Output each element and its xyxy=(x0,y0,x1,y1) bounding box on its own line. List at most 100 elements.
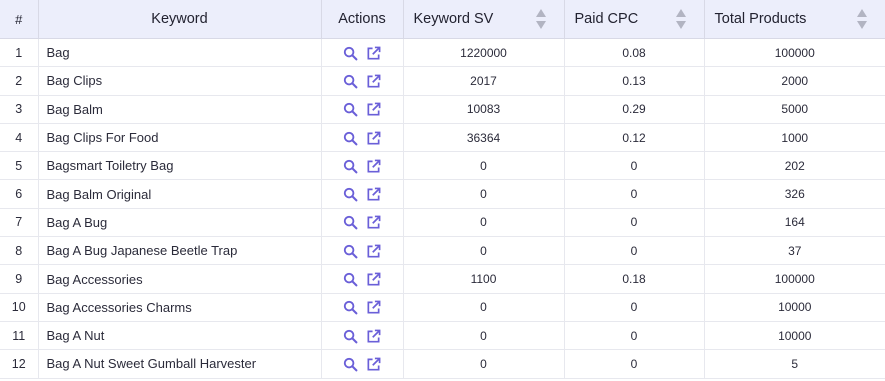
row-number: 9 xyxy=(0,264,39,294)
actions-cell xyxy=(321,236,404,266)
external-link-icon[interactable] xyxy=(366,46,381,61)
keyword-sv-cell: 0 xyxy=(403,208,565,238)
search-icon[interactable] xyxy=(343,357,358,372)
paid-cpc-cell: 0 xyxy=(564,208,705,238)
actions-cell xyxy=(321,208,404,238)
total-products-cell: 37 xyxy=(704,236,885,266)
keyword-cell: Bag A Bug Japanese Beetle Trap xyxy=(38,236,322,266)
keyword-cell: Bag A Nut Sweet Gumball Harvester xyxy=(38,349,322,379)
total-products-cell: 100000 xyxy=(704,38,885,68)
table-row: 2 Bag Clips 2017 0.13 2000 xyxy=(0,66,885,96)
row-number: 11 xyxy=(0,321,39,351)
table-row: 8 Bag A Bug Japanese Beetle Trap 0 0 37 xyxy=(0,236,885,266)
search-icon[interactable] xyxy=(343,159,358,174)
total-products-cell: 5 xyxy=(704,349,885,379)
keyword-cell: Bag Clips xyxy=(38,66,322,96)
search-icon[interactable] xyxy=(343,329,358,344)
total-products-cell: 10000 xyxy=(704,321,885,351)
row-number: 2 xyxy=(0,66,39,96)
keyword-cell: Bag Balm xyxy=(38,95,322,124)
row-number: 12 xyxy=(0,349,39,379)
external-link-icon[interactable] xyxy=(366,215,381,230)
total-products-cell: 164 xyxy=(704,208,885,238)
paid-cpc-cell: 0.29 xyxy=(564,95,705,124)
paid-cpc-cell: 0.08 xyxy=(564,38,705,68)
search-icon[interactable] xyxy=(343,102,358,117)
column-header-total-products[interactable]: Total Products xyxy=(704,0,885,39)
row-number: 4 xyxy=(0,123,39,153)
keyword-sv-cell: 1220000 xyxy=(403,38,565,68)
column-header-paid-cpc-label: Paid CPC xyxy=(574,11,639,27)
external-link-icon[interactable] xyxy=(366,244,381,259)
paid-cpc-cell: 0 xyxy=(564,151,705,181)
actions-cell xyxy=(321,179,404,209)
search-icon[interactable] xyxy=(343,244,358,259)
keyword-cell: Bag Accessories Charms xyxy=(38,293,322,322)
external-link-icon[interactable] xyxy=(366,102,381,117)
table-row: 9 Bag Accessories 1100 0.18 100000 xyxy=(0,264,885,294)
total-products-cell: 5000 xyxy=(704,95,885,124)
keyword-cell: Bag xyxy=(38,38,322,68)
actions-cell xyxy=(321,95,404,124)
paid-cpc-cell: 0 xyxy=(564,179,705,209)
keyword-cell: Bag Accessories xyxy=(38,264,322,294)
total-products-cell: 326 xyxy=(704,179,885,209)
search-icon[interactable] xyxy=(343,131,358,146)
row-number: 1 xyxy=(0,38,39,68)
actions-cell xyxy=(321,293,404,322)
search-icon[interactable] xyxy=(343,300,358,315)
table-row: 7 Bag A Bug 0 0 164 xyxy=(0,208,885,238)
table-row: 11 Bag A Nut 0 0 10000 xyxy=(0,321,885,351)
table-row: 10 Bag Accessories Charms 0 0 10000 xyxy=(0,293,885,322)
column-header-keyword: Keyword xyxy=(38,0,322,39)
table-row: 1 Bag 1220000 0.08 100000 xyxy=(0,38,885,68)
table-row: 5 Bagsmart Toiletry Bag 0 0 202 xyxy=(0,151,885,181)
keyword-table: # Keyword Actions Keyword SV Paid CPC To… xyxy=(0,0,885,379)
row-number: 10 xyxy=(0,293,39,322)
total-products-cell: 100000 xyxy=(704,264,885,294)
paid-cpc-cell: 0.12 xyxy=(564,123,705,153)
actions-cell xyxy=(321,321,404,351)
sort-arrows-icon[interactable] xyxy=(857,8,867,30)
row-number: 6 xyxy=(0,179,39,209)
search-icon[interactable] xyxy=(343,187,358,202)
search-icon[interactable] xyxy=(343,272,358,287)
total-products-cell: 2000 xyxy=(704,66,885,96)
actions-cell xyxy=(321,151,404,181)
table-row: 6 Bag Balm Original 0 0 326 xyxy=(0,179,885,209)
external-link-icon[interactable] xyxy=(366,159,381,174)
external-link-icon[interactable] xyxy=(366,187,381,202)
actions-cell xyxy=(321,264,404,294)
column-header-paid-cpc[interactable]: Paid CPC xyxy=(564,0,705,39)
row-number: 3 xyxy=(0,95,39,124)
row-number: 8 xyxy=(0,236,39,266)
external-link-icon[interactable] xyxy=(366,74,381,89)
keyword-cell: Bag Clips For Food xyxy=(38,123,322,153)
actions-cell xyxy=(321,123,404,153)
external-link-icon[interactable] xyxy=(366,131,381,146)
keyword-sv-cell: 36364 xyxy=(403,123,565,153)
external-link-icon[interactable] xyxy=(366,329,381,344)
total-products-cell: 1000 xyxy=(704,123,885,153)
sort-arrows-icon[interactable] xyxy=(535,8,546,30)
actions-cell xyxy=(321,38,404,68)
external-link-icon[interactable] xyxy=(366,357,381,372)
search-icon[interactable] xyxy=(343,74,358,89)
actions-cell xyxy=(321,349,404,379)
total-products-cell: 10000 xyxy=(704,293,885,322)
search-icon[interactable] xyxy=(343,215,358,230)
keyword-cell: Bag A Bug xyxy=(38,208,322,238)
table-body: 1 Bag 1220000 0.08 100000 2 Bag Clips 20… xyxy=(0,38,885,379)
keyword-sv-cell: 0 xyxy=(403,151,565,181)
external-link-icon[interactable] xyxy=(366,272,381,287)
table-row: 12 Bag A Nut Sweet Gumball Harvester 0 0… xyxy=(0,349,885,379)
paid-cpc-cell: 0 xyxy=(564,236,705,266)
search-icon[interactable] xyxy=(343,46,358,61)
sort-arrows-icon[interactable] xyxy=(675,8,686,30)
paid-cpc-cell: 0 xyxy=(564,293,705,322)
column-header-number: # xyxy=(0,0,39,39)
keyword-sv-cell: 10083 xyxy=(403,95,565,124)
column-header-actions: Actions xyxy=(321,0,404,39)
column-header-keyword-sv[interactable]: Keyword SV xyxy=(403,0,565,39)
external-link-icon[interactable] xyxy=(366,300,381,315)
